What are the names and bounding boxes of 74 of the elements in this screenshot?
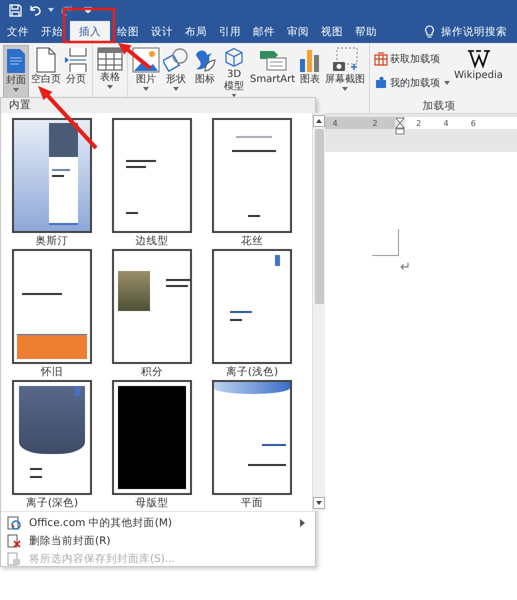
submenu-arrow-icon xyxy=(300,519,305,527)
ribbon-button[interactable]: 图标 xyxy=(191,45,219,99)
ribbon-button[interactable]: 形状 xyxy=(162,45,190,99)
caret-icon xyxy=(13,88,19,92)
lightbulb-icon xyxy=(424,25,435,39)
ribbon-tab[interactable]: 开始 xyxy=(36,21,68,43)
w-logo-icon xyxy=(466,47,491,69)
document-refresh-icon xyxy=(7,516,21,530)
shapes-icon xyxy=(163,47,189,73)
ruler-number: 2 xyxy=(372,118,378,128)
ribbon-button[interactable]: 空白页 xyxy=(30,45,62,99)
cover-option[interactable]: 边线型 xyxy=(112,118,192,249)
ribbon-button[interactable]: SmartArt xyxy=(249,45,296,99)
ribbon-tab[interactable]: 邮件 xyxy=(248,21,280,43)
customize-caret-icon[interactable] xyxy=(84,7,92,13)
scroll-thumb[interactable] xyxy=(314,129,324,304)
caret-icon[interactable] xyxy=(48,8,54,12)
ribbon-tab[interactable]: 插入 xyxy=(70,21,110,43)
ribbon-button[interactable]: 3D 模型 xyxy=(220,45,248,99)
ribbon-button[interactable]: Wikipedia xyxy=(453,45,504,99)
cover-option[interactable]: 离子(浅色) xyxy=(212,249,292,380)
ruler-number: 4 xyxy=(443,118,449,128)
ribbon-tab[interactable]: 审阅 xyxy=(282,21,314,43)
blank-page-icon xyxy=(36,47,56,73)
ribbon-button[interactable]: 我的加载项 xyxy=(374,73,450,93)
caret-icon xyxy=(342,87,348,91)
caret-icon xyxy=(444,81,450,85)
gallery-header: 内置 xyxy=(1,98,315,113)
table-icon xyxy=(97,47,123,71)
cover-option[interactable]: 怀旧 xyxy=(12,249,92,380)
cover-option[interactable]: 奥斯汀 xyxy=(12,118,92,249)
cover-option[interactable]: 离子(深色) xyxy=(12,380,92,511)
caret-icon xyxy=(143,87,149,91)
pointer-arrow xyxy=(38,86,98,150)
menu-item[interactable]: 删除当前封面(R) xyxy=(1,532,315,550)
ruler-number: 4 xyxy=(332,118,338,128)
store-icon xyxy=(374,52,388,66)
ribbon-button[interactable]: 分页 xyxy=(63,45,89,99)
ruler-number: 2 xyxy=(416,118,422,128)
cover-option[interactable]: 母版型 xyxy=(112,380,192,511)
cover-option[interactable]: 积分 xyxy=(112,249,192,380)
ribbon-tab[interactable]: 视图 xyxy=(316,21,348,43)
ribbon-button[interactable]: 获取加载项 xyxy=(374,49,450,69)
margin-corner-mark xyxy=(372,229,399,256)
screenshot-icon xyxy=(331,47,360,73)
tell-me-search[interactable]: 操作说明搜索 xyxy=(441,25,507,39)
group-label: 加载项 xyxy=(422,99,457,114)
delete-page-icon xyxy=(7,534,21,548)
save-icon[interactable] xyxy=(9,4,22,16)
ribbon-tab[interactable]: 文件 xyxy=(2,21,34,43)
ruler-number: 6 xyxy=(470,118,476,128)
undo-icon[interactable] xyxy=(28,4,42,16)
scrollbar[interactable] xyxy=(312,113,325,511)
pointer-arrow xyxy=(118,43,152,70)
menu-item[interactable]: Office.com 中的其他封面(M) xyxy=(1,514,315,532)
cover-option[interactable]: 平面 xyxy=(212,380,292,511)
ribbon-tab[interactable]: 绘图 xyxy=(112,21,144,43)
page-break-icon xyxy=(64,47,88,73)
scroll-down-icon[interactable] xyxy=(313,497,325,509)
ribbon-tab[interactable]: 设计 xyxy=(146,21,178,43)
ribbon-tab[interactable]: 帮助 xyxy=(350,21,382,43)
ribbon-button[interactable]: 封面 xyxy=(3,45,29,99)
puzzle-icon xyxy=(374,76,388,90)
cover-option[interactable]: 花丝 xyxy=(212,118,292,249)
highlight-box xyxy=(62,8,116,44)
cover-page-icon xyxy=(5,48,27,74)
ribbon-tab[interactable]: 引用 xyxy=(214,21,246,43)
paragraph-mark: ↵ xyxy=(400,260,411,275)
caret-icon xyxy=(173,87,179,91)
ribbon-tab[interactable]: 布局 xyxy=(180,21,212,43)
scroll-up-icon[interactable] xyxy=(313,115,325,127)
caret-icon xyxy=(107,85,113,89)
ribbon-button[interactable]: 图表 xyxy=(297,45,324,99)
ribbon-button[interactable]: 屏幕截图 xyxy=(324,45,366,99)
